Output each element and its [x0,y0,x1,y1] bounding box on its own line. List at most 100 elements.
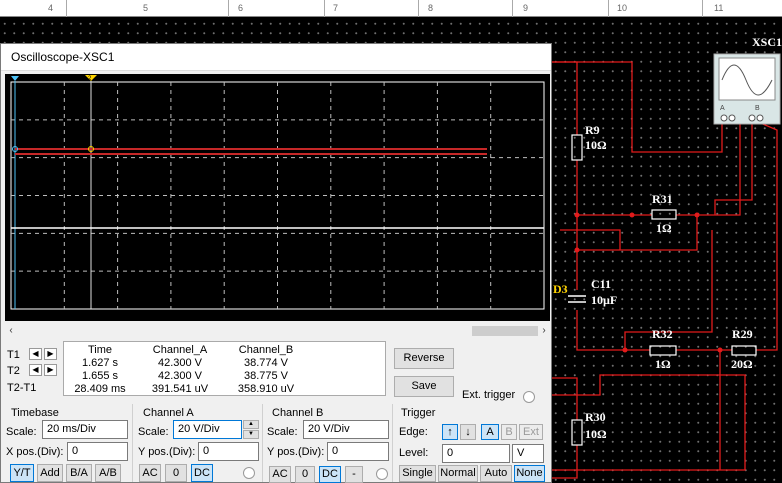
trigger-auto-button[interactable]: Auto [480,465,512,482]
t2-channel-a: 42.300 V [157,370,203,382]
delta-channel-a: 391.541 uV [151,383,209,395]
channel-b-ac-button[interactable]: AC [269,466,291,483]
oscilloscope-window: Oscilloscope-XSC1 2 ‹ › T1 ◀ ▶ T2 ◀ ▶ T2… [0,43,552,483]
channel-a-ypos-label: Y pos.(Div): [138,446,196,458]
wire[interactable] [576,215,698,251]
t1-channel-a: 42.300 V [157,357,203,369]
r32-value-label: 1Ω [655,357,671,371]
trigger-edge-label: Edge: [399,426,428,438]
scroll-right-icon[interactable]: › [538,324,550,338]
mode-add-button[interactable]: Add [37,464,63,482]
wire[interactable] [756,121,778,351]
c11-ref-label: C11 [591,277,612,291]
header-channel-a: Channel_A [152,344,208,356]
window-titlebar[interactable]: Oscilloscope-XSC1 [1,44,551,71]
r30-ref-label: R30 [585,410,606,424]
wire[interactable] [552,445,578,479]
trigger-source-b-button[interactable]: B [501,424,517,440]
channel-a-zero-button[interactable]: 0 [165,464,187,482]
edge-rising-icon[interactable]: ↑ [442,424,458,440]
cursor-1-marker[interactable] [11,76,19,81]
wire[interactable] [676,122,741,216]
channel-b-ypos-label: Y pos.(Div): [267,446,325,458]
wire[interactable] [552,374,746,471]
wire[interactable] [576,310,650,351]
wire[interactable] [714,122,753,215]
channel-b-terminal[interactable] [376,468,388,480]
channel-b-scale-label: Scale: [267,426,298,438]
trigger-level-unit[interactable]: V [512,444,544,463]
t1-right-button[interactable]: ▶ [44,348,57,360]
r32-ref-label: R32 [652,327,673,341]
header-channel-b: Channel_B [238,344,294,356]
t2-left-button[interactable]: ◀ [29,364,42,376]
channel-b-scale-field[interactable]: 20 V/Div [303,420,389,439]
trigger-title: Trigger [401,407,436,419]
trigger-source-ext-button[interactable]: Ext [519,424,543,440]
d3-ref-label: D3 [553,282,568,296]
channel-a-terminal[interactable] [243,467,255,479]
mode-yt-button[interactable]: Y/T [10,464,34,482]
delta-channel-b: 358.910 uV [237,383,295,395]
t2-right-button[interactable]: ▶ [44,364,57,376]
save-button[interactable]: Save [394,376,454,397]
wire[interactable] [552,61,578,135]
c11-value-label: 10µF [591,293,618,307]
resistor-r9-symbol[interactable] [571,134,583,161]
r9-value-label: 10Ω [585,138,607,152]
channel-b-zero-button[interactable]: 0 [295,466,315,483]
oscilloscope-instrument-icon[interactable] [713,53,781,125]
terminal-b-label: B [755,105,760,112]
trigger-normal-button[interactable]: Normal [438,465,478,482]
channel-b-dc-button[interactable]: DC [319,466,341,483]
mode-ba-button[interactable]: B/A [66,464,92,482]
channel-a-scale-label: Scale: [138,426,169,438]
channel-b-invert-button[interactable]: - [345,466,363,483]
timebase-title: Timebase [11,407,59,419]
capacitor-c11-symbol[interactable] [568,295,586,303]
t1-time: 1.627 s [81,357,119,369]
t1-left-button[interactable]: ◀ [29,348,42,360]
edge-falling-icon[interactable]: ↓ [460,424,476,440]
t2-label: T2 [7,365,20,377]
scrollbar-thumb[interactable] [472,326,538,336]
mode-ab-button[interactable]: A/B [95,464,121,482]
channel-b-ypos-field[interactable]: 0 [327,442,389,461]
channel-a-scale-field[interactable]: 20 V/Div [173,420,242,439]
scope-display[interactable]: 2 [5,74,550,321]
trigger-single-button[interactable]: Single [399,465,436,482]
xpos-field[interactable]: 0 [67,442,128,461]
cursor-readout-table: Time Channel_A Channel_B 1.627 s 42.300 … [63,341,386,396]
r31-value-label: 1Ω [656,221,672,235]
wire[interactable] [576,160,652,216]
t1-label: T1 [7,349,20,361]
trigger-level-field[interactable]: 0 [442,444,510,463]
channel-a-scale-up-icon[interactable]: ▲ [243,420,259,429]
wire[interactable] [552,377,578,420]
horizontal-scrollbar[interactable]: ‹ › [3,324,550,338]
terminal-a-label: A [720,105,725,112]
channel-a-title: Channel A [143,407,194,419]
r9-ref-label: R9 [585,123,600,137]
channel-a-dc-button[interactable]: DC [191,464,213,482]
scroll-left-icon[interactable]: ‹ [5,324,17,338]
resistor-r30-symbol[interactable] [571,419,583,446]
t2-channel-b: 38.775 V [243,370,289,382]
trigger-none-button[interactable]: None [514,465,545,482]
channel-a-ac-button[interactable]: AC [139,464,161,482]
resistor-r29-symbol[interactable] [731,345,757,356]
r30-value-label: 10Ω [585,427,607,441]
channel-a-ypos-field[interactable]: 0 [198,442,259,461]
channel-a-scale-down-icon[interactable]: ▼ [243,430,259,439]
t2-time: 1.655 s [81,370,119,382]
delta-time: 28.409 ms [74,383,126,395]
channel-b-title: Channel B [272,407,324,419]
wire[interactable] [560,229,621,250]
timebase-scale-field[interactable]: 20 ms/Div [42,420,128,439]
resistor-r31-symbol[interactable] [651,209,677,220]
reverse-button[interactable]: Reverse [394,348,454,369]
ext-trigger-terminal[interactable] [523,391,535,403]
resistor-r32-symbol[interactable] [649,345,677,356]
timebase-scale-label: Scale: [6,426,37,438]
trigger-source-a-button[interactable]: A [481,424,499,440]
